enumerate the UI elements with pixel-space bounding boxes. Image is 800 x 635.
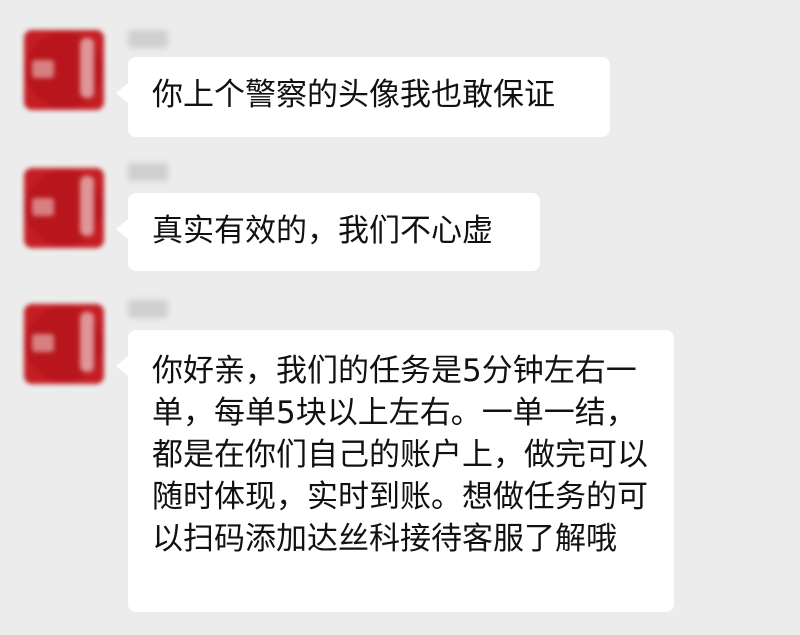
- message-bubble[interactable]: 你好亲，我们的任务是5分钟左右一单，每单5块以上左右。一单一结，都是在你们自己的…: [116, 330, 674, 612]
- sender-name: [128, 300, 168, 318]
- avatar[interactable]: [24, 304, 104, 384]
- avatar-text-mark-icon: [32, 60, 54, 78]
- avatar-calligraphy-icon: [80, 312, 94, 372]
- avatar-calligraphy-icon: [80, 176, 94, 236]
- sender-name: [128, 30, 168, 48]
- avatar-calligraphy-icon: [80, 38, 94, 98]
- avatar-text-mark-icon: [32, 334, 54, 352]
- avatar[interactable]: [24, 168, 104, 248]
- avatar[interactable]: [24, 30, 104, 110]
- sender-name: [128, 163, 168, 181]
- avatar-text-mark-icon: [32, 198, 54, 216]
- message-bubble[interactable]: 真实有效的，我们不心虚: [116, 193, 540, 271]
- message-bubble[interactable]: 你上个警察的头像我也敢保证: [116, 57, 610, 137]
